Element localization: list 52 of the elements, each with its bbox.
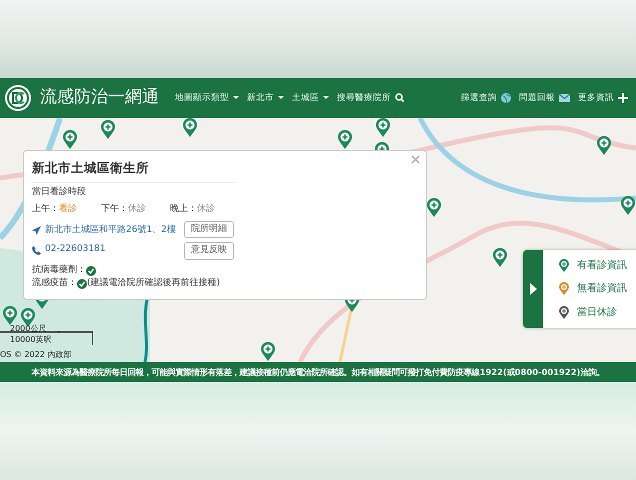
search-link[interactable]: 搜尋醫療院所 [337, 92, 404, 104]
triangle-icon [530, 283, 536, 295]
clinic-name: 新北市土城區衛生所 [32, 159, 237, 183]
logo-icon [4, 84, 32, 112]
close-icon [411, 154, 420, 164]
scale-label: 2000公尺 [10, 323, 46, 335]
map-pin-icon[interactable] [597, 136, 611, 155]
plus-icon [618, 92, 628, 103]
antiviral-label: 抗病毒藥劑： [32, 264, 86, 277]
nav-link[interactable]: 問題回報 [519, 92, 570, 104]
dropdown-menu-button[interactable]: 地圖顯示類型 [175, 92, 239, 104]
phone-link[interactable]: 02-22603181 [32, 243, 176, 257]
session-text: 晚上：休診 [170, 203, 215, 216]
dropdown-menu-button[interactable]: 新北市 [247, 92, 284, 104]
dropdown-menu-button[interactable]: 土城區 [292, 92, 329, 104]
map-pin-icon[interactable] [3, 306, 17, 325]
map-pin-icon[interactable] [63, 130, 77, 149]
caret-icon [323, 96, 329, 100]
session-text: 下午：休診 [101, 203, 146, 216]
nav-link[interactable]: 篩選查詢 [461, 92, 511, 104]
map-pin-icon[interactable] [183, 118, 197, 137]
map-pin-icon[interactable] [101, 120, 115, 139]
caret-icon [278, 96, 284, 100]
map-pin-icon[interactable] [621, 196, 635, 215]
map-pin-icon[interactable] [376, 118, 390, 137]
map-pin-icon[interactable] [427, 198, 441, 217]
legend-label: 無看診資訊 [577, 282, 627, 296]
address-link[interactable]: 新北市土城區和平路26號1、2樓 [32, 224, 176, 238]
collapse-button[interactable] [523, 250, 543, 328]
map-pin-icon[interactable] [261, 342, 275, 361]
legend-label: 當日休診 [577, 306, 617, 320]
outline-button[interactable]: 院所明細 [184, 220, 234, 238]
map-pin-icon[interactable] [493, 248, 507, 267]
schedule-heading: 當日看診時段 [32, 186, 87, 199]
site-title: 流感防治一網通 [40, 86, 159, 110]
mail-icon [559, 94, 570, 102]
caret-icon [233, 96, 239, 100]
globe-icon [501, 92, 511, 103]
map-pin-icon[interactable] [338, 130, 352, 149]
map-attribution: OS © 2022 內政部 [0, 349, 72, 361]
legend-label: 有看診資訊 [577, 258, 627, 274]
footer-notice: 本資料來源為醫療院所每日回報，可能與實際情形有落差，建議接種前仍應電洽院所確認。如有相關疑問可撥打免付費防疫專線1922(或0800-001922)洽詢。 [0, 362, 636, 382]
session-text: 上午：看診 [32, 203, 77, 216]
outline-button[interactable]: 意見反映 [184, 242, 234, 260]
vaccine-label: 流感疫苗： [32, 277, 77, 290]
close-button[interactable] [411, 153, 420, 166]
vaccine-note: (建議電洽院所確認後再前往接種) [87, 277, 220, 290]
search-icon [395, 93, 404, 102]
phone-icon [32, 246, 41, 254]
nav-link[interactable]: 更多資訊 [578, 92, 628, 104]
scale-label: 10000英呎 [10, 334, 52, 346]
direction-icon [32, 226, 41, 235]
